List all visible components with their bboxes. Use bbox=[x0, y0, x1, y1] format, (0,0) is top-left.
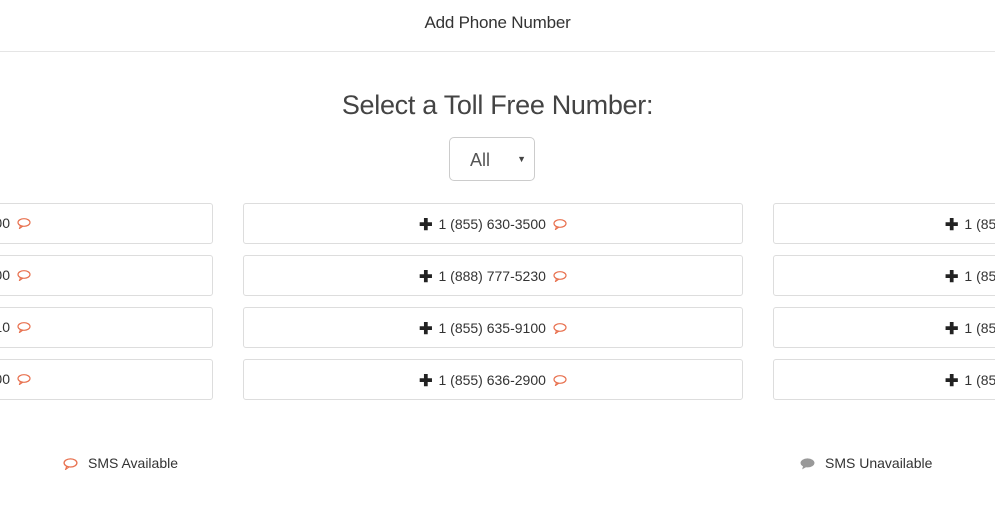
page-title: Add Phone Number bbox=[424, 13, 571, 32]
phone-number-text: 00 bbox=[0, 371, 10, 387]
phone-number-option[interactable]: ✚ 1 (85 bbox=[773, 203, 995, 244]
phone-number-text: 1 (855) 635-9100 bbox=[438, 320, 546, 336]
sms-available-icon bbox=[553, 271, 567, 282]
phone-number-text: 1 (85 bbox=[964, 268, 995, 284]
number-column-3: ✚ 1 (85 ✚ 1 (85 ✚ 1 (85 ✚ 1 (85 bbox=[773, 203, 995, 411]
plus-icon: ✚ bbox=[419, 269, 433, 286]
phone-number-text: 00 bbox=[0, 215, 10, 231]
plus-icon: ✚ bbox=[419, 217, 433, 234]
legend-label: SMS Available bbox=[88, 455, 179, 471]
plus-icon: ✚ bbox=[945, 321, 959, 338]
legend-sms-unavailable: SMS Unavailable bbox=[800, 455, 932, 471]
phone-number-text: 1 (85 bbox=[964, 216, 995, 232]
phone-number-option[interactable]: ✚ 1 (888) 777-5230 bbox=[243, 255, 743, 296]
sms-available-icon bbox=[17, 374, 31, 385]
plus-icon: ✚ bbox=[419, 321, 433, 338]
legend-sms-available: SMS Available bbox=[63, 455, 178, 471]
phone-number-option[interactable]: ✚ 1 (855) 630-3500 bbox=[243, 203, 743, 244]
phone-number-text: 1 (888) 777-5230 bbox=[438, 268, 546, 284]
sms-available-icon bbox=[553, 323, 567, 334]
section-title: Select a Toll Free Number: bbox=[341, 90, 654, 120]
legend-label: SMS Unavailable bbox=[825, 455, 933, 471]
plus-icon: ✚ bbox=[419, 373, 433, 390]
sms-available-icon bbox=[17, 218, 31, 229]
phone-number-option[interactable]: 10 bbox=[0, 307, 213, 348]
sms-available-icon bbox=[553, 375, 567, 386]
phone-number-text: 1 (85 bbox=[964, 320, 995, 336]
select-value: All bbox=[470, 150, 491, 170]
plus-icon: ✚ bbox=[945, 217, 959, 234]
page-header: Add Phone Number bbox=[0, 0, 995, 52]
phone-number-option[interactable]: ✚ 1 (85 bbox=[773, 255, 995, 296]
phone-number-text: 1 (855) 630-3500 bbox=[438, 216, 546, 232]
sms-available-icon bbox=[553, 219, 567, 230]
phone-number-option[interactable]: ✚ 1 (855) 636-2900 bbox=[243, 359, 743, 400]
phone-number-text: 1 (85 bbox=[964, 372, 995, 388]
sms-available-icon bbox=[63, 458, 78, 471]
sms-available-icon bbox=[17, 322, 31, 333]
number-column-1: 00 00 10 00 bbox=[0, 203, 213, 411]
phone-number-option[interactable]: 00 bbox=[0, 255, 213, 296]
phone-number-option[interactable]: 00 bbox=[0, 359, 213, 400]
phone-number-text: 00 bbox=[0, 267, 10, 283]
caret-down-icon: ▼ bbox=[517, 154, 526, 164]
phone-number-text: 10 bbox=[0, 319, 10, 335]
phone-number-option[interactable]: 00 bbox=[0, 203, 213, 244]
plus-icon: ✚ bbox=[945, 269, 959, 286]
sms-unavailable-icon bbox=[800, 458, 815, 470]
phone-number-option[interactable]: ✚ 1 (855) 635-9100 bbox=[243, 307, 743, 348]
plus-icon: ✚ bbox=[945, 373, 959, 390]
sms-available-icon bbox=[17, 270, 31, 281]
phone-number-text: 1 (855) 636-2900 bbox=[438, 372, 546, 388]
number-column-2: ✚ 1 (855) 630-3500 ✚ 1 (888) 777-5230 ✚ 1 (… bbox=[243, 203, 743, 411]
number-type-select[interactable]: All ▼ bbox=[449, 137, 535, 181]
phone-number-option[interactable]: ✚ 1 (85 bbox=[773, 359, 995, 400]
phone-number-option[interactable]: ✚ 1 (85 bbox=[773, 307, 995, 348]
